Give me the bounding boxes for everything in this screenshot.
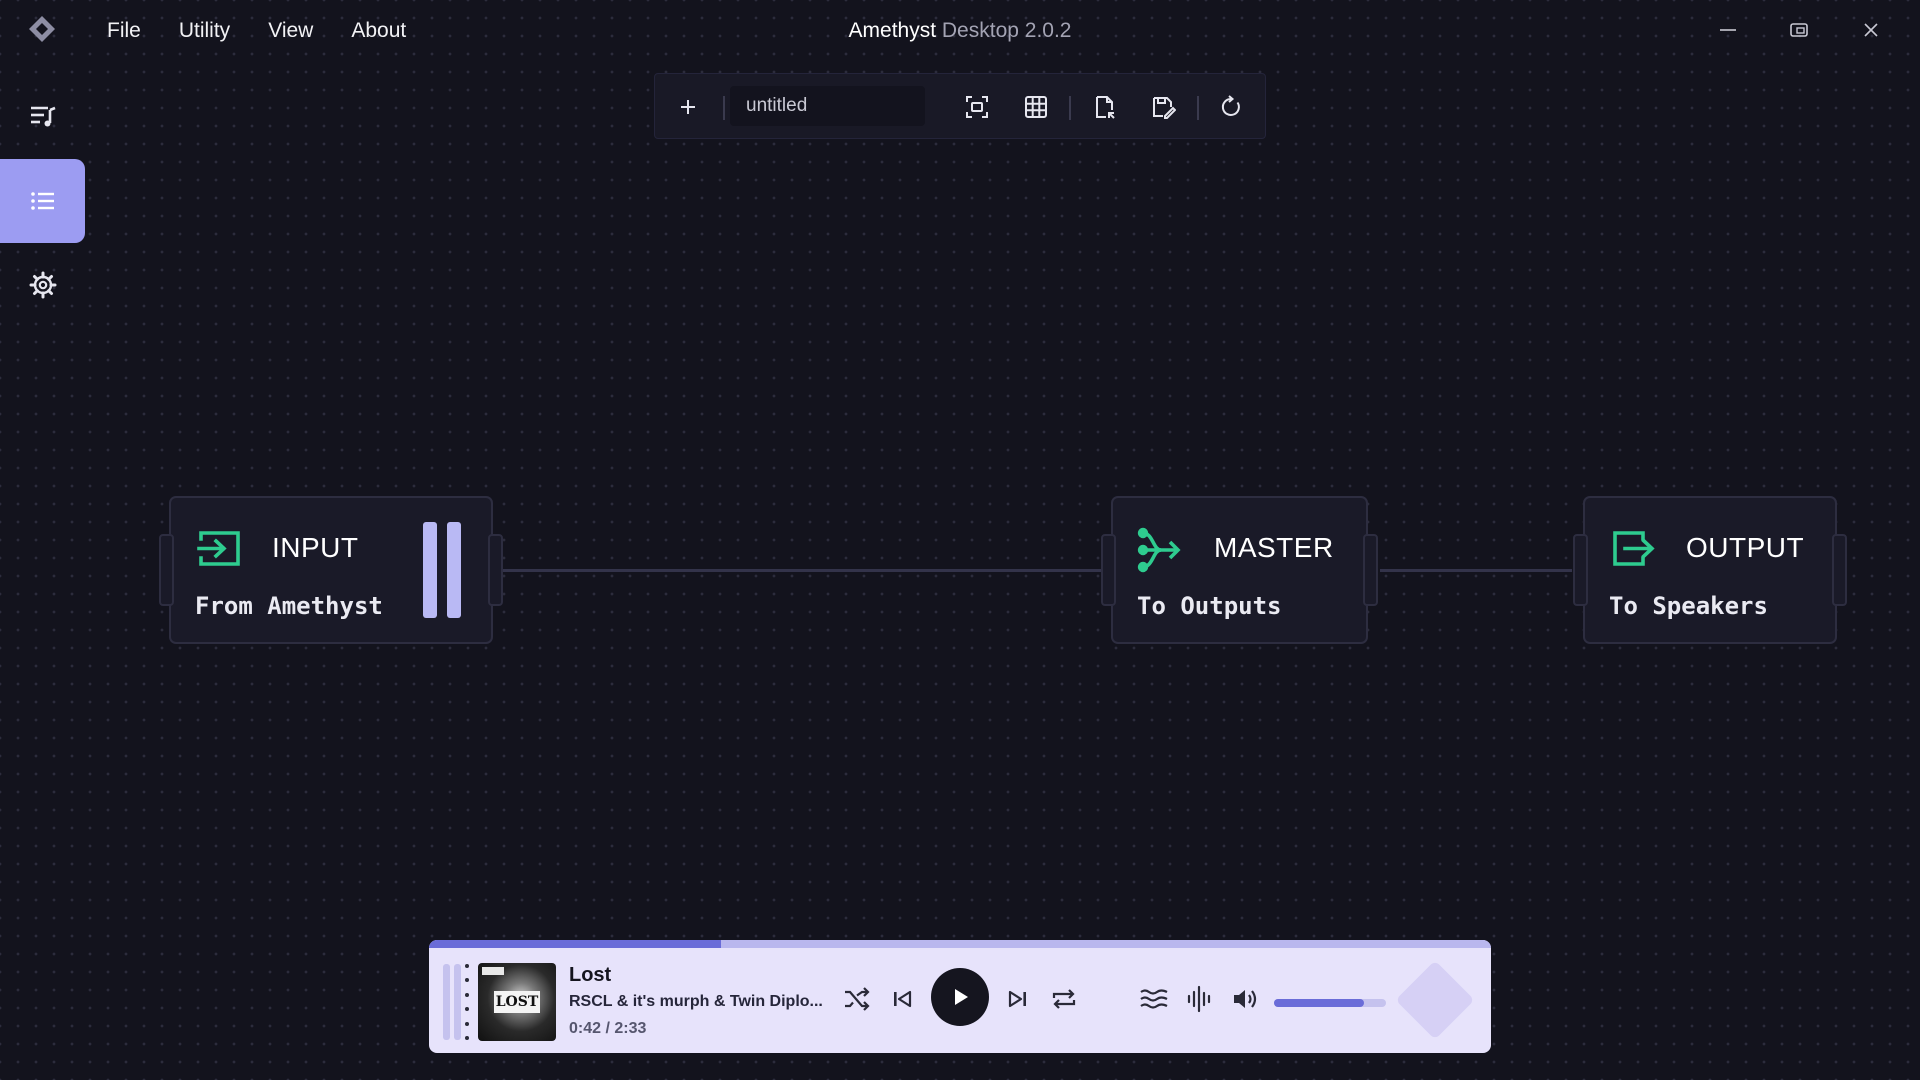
output-port[interactable] (1363, 534, 1378, 606)
load-file-icon (1096, 96, 1115, 119)
volume-button[interactable] (1230, 984, 1260, 1014)
album-cover-tag (482, 967, 504, 975)
input-port[interactable] (1573, 534, 1588, 606)
toolbar-divider (1069, 96, 1071, 120)
node-subtitle: To Speakers (1609, 592, 1768, 620)
drag-handle[interactable] (454, 964, 461, 1040)
play-icon (955, 989, 968, 1005)
play-button[interactable] (931, 968, 989, 1026)
node-title: MASTER (1214, 532, 1334, 563)
pause-icon[interactable] (423, 522, 437, 618)
output-port[interactable] (1832, 534, 1847, 606)
album-cover-title: LOST (494, 991, 540, 1013)
title-bar: File Utility View About Amethyst Desktop… (0, 0, 1920, 62)
volume-slider-fill (1274, 999, 1364, 1007)
input-node[interactable]: INPUT From Amethyst (159, 496, 503, 644)
connection-wire (1380, 569, 1572, 572)
gear-icon (29, 271, 56, 299)
master-node[interactable]: MASTER To Outputs (1101, 496, 1378, 644)
save-file-icon (1153, 97, 1176, 119)
fit-view-button[interactable] (964, 94, 990, 120)
pause-icon[interactable] (447, 522, 461, 618)
amethyst-diamond-icon[interactable] (1395, 960, 1475, 1040)
previous-button[interactable] (887, 984, 917, 1014)
drag-handle-dots[interactable] (465, 964, 471, 1040)
graph-toolbar: untitled (654, 73, 1266, 139)
fit-view-icon (966, 96, 988, 118)
close-button[interactable] (1857, 16, 1885, 44)
output-node[interactable]: OUTPUT To Speakers (1573, 496, 1847, 644)
shuffle-icon (845, 987, 870, 1011)
close-icon (1864, 23, 1878, 37)
node-title: OUTPUT (1686, 532, 1805, 563)
track-title: Lost (569, 964, 612, 986)
input-port[interactable] (159, 534, 174, 606)
shuffle-button[interactable] (842, 984, 872, 1014)
add-node-button[interactable] (675, 94, 701, 120)
input-port[interactable] (1101, 534, 1116, 606)
toolbar-divider (723, 96, 725, 120)
waveform-icon (1187, 985, 1211, 1013)
next-icon (1008, 990, 1026, 1008)
seek-bar[interactable] (429, 940, 1491, 948)
node-subtitle: From Amethyst (195, 592, 383, 620)
volume-slider[interactable] (1274, 999, 1386, 1007)
album-cover[interactable]: LOST (478, 963, 556, 1041)
save-file-button[interactable] (1150, 94, 1176, 120)
sidebar-item-settings[interactable] (0, 243, 85, 327)
input-icon (195, 526, 243, 574)
output-port[interactable] (488, 534, 503, 606)
list-icon (30, 192, 54, 210)
repeat-button[interactable] (1049, 984, 1079, 1014)
sidebar-item-list[interactable] (0, 159, 85, 243)
minimize-icon (1720, 29, 1736, 31)
node-title: INPUT (272, 532, 359, 563)
track-time: 0:42 / 2:33 (569, 1020, 647, 1037)
app-version: Desktop 2.0.2 (941, 19, 1072, 42)
track-artist: RSCL & it's murph & Twin Diplo... (569, 993, 823, 1010)
grid-toggle-button[interactable] (1023, 94, 1049, 120)
reset-button[interactable] (1218, 94, 1244, 120)
sidebar-item-playlist[interactable] (0, 74, 85, 158)
next-button[interactable] (1003, 984, 1033, 1014)
app-name: Amethyst (848, 19, 937, 42)
volume-icon (1234, 990, 1257, 1008)
restore-button[interactable] (1785, 16, 1813, 44)
seek-bar-fill (429, 940, 722, 948)
playlist-icon (30, 106, 55, 127)
plus-icon (681, 100, 695, 114)
toolbar-divider (1197, 96, 1199, 120)
equalizer-button[interactable] (1139, 984, 1169, 1014)
connection-wire (502, 569, 1104, 572)
filename-input[interactable]: untitled (730, 86, 925, 126)
previous-icon (894, 990, 912, 1008)
output-icon (1609, 526, 1657, 574)
grid-icon (1025, 96, 1047, 118)
load-file-button[interactable] (1092, 94, 1118, 120)
reset-icon (1221, 95, 1240, 116)
minimize-button[interactable] (1714, 16, 1742, 44)
split-icon (1137, 526, 1185, 574)
repeat-icon (1052, 989, 1076, 1009)
node-subtitle: To Outputs (1137, 592, 1282, 620)
equalizer-icon (1140, 989, 1168, 1009)
drag-handle[interactable] (443, 964, 450, 1040)
waveform-button[interactable] (1185, 984, 1215, 1014)
media-player: LOST Lost RSCL & it's murph & Twin Diplo… (429, 940, 1491, 1053)
restore-icon (1790, 23, 1808, 37)
window-title: Amethyst Desktop 2.0.2 (0, 19, 1920, 43)
